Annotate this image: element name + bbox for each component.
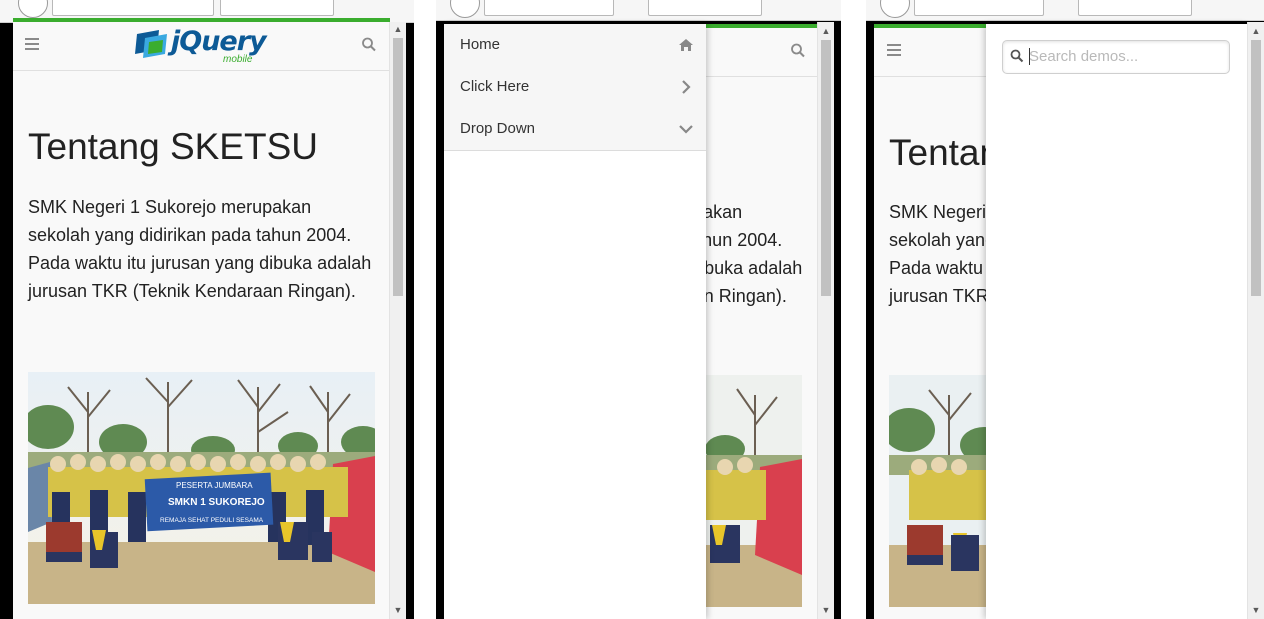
page-title: Tentang SKETSU [28, 126, 318, 167]
back-button[interactable] [880, 0, 910, 18]
scroll-up-icon[interactable]: ▲ [390, 22, 406, 36]
screenshot-nav-panel: Tentang SKETSU SMK Negeri 1 Sukorejo mer… [436, 0, 841, 619]
nav-item-drop-down[interactable]: Drop Down [444, 108, 706, 151]
search-icon [1010, 49, 1024, 63]
scroll-thumb[interactable] [393, 38, 403, 296]
menu-icon[interactable] [25, 38, 39, 52]
group-photo-image: PESERTA JUMBARA SMKN 1 SUKOREJO REMAJA S… [28, 372, 375, 604]
page-paragraph: SMK Negeri 1 Sukorejo merupakan sekolah … [28, 197, 372, 301]
scrollbar[interactable]: ▲ ▼ [817, 22, 834, 619]
banner-line-1: PESERTA JUMBARA [176, 481, 253, 490]
scroll-thumb[interactable] [821, 40, 831, 296]
group-photo-image [889, 375, 989, 607]
screenshot-main-page: jQuery mobile Tentang SKETSU SMK Negeri … [0, 0, 414, 619]
nav-panel: Home Click Here Drop Down [444, 24, 706, 619]
address-bar[interactable] [52, 0, 214, 16]
group-photo: PESERTA JUMBARA SMKN 1 SUKOREJO REMAJA S… [28, 372, 375, 604]
scroll-down-icon[interactable]: ▼ [390, 603, 406, 617]
browser-search-box[interactable] [648, 0, 762, 16]
scroll-thumb[interactable] [1251, 40, 1261, 296]
page-paragraph: SMK Negeri 1 Sukorejo merupakan sekolah … [706, 202, 803, 306]
page-paragraph-clip: SMK Negeri 1 Sukorejo merupakan sekolah … [706, 198, 806, 318]
menu-icon[interactable] [887, 44, 901, 58]
screenshot-search-panel: Tentang SKETSU SMK Negeri 1 Sukorejo mer… [866, 0, 1264, 619]
group-photo [706, 375, 802, 607]
scroll-up-icon[interactable]: ▲ [1248, 24, 1264, 38]
banner-line-3: REMAJA SEHAT PEDULI SESAMA [160, 517, 264, 524]
page-viewport: jQuery mobile Tentang SKETSU SMK Negeri … [13, 18, 390, 619]
search-icon[interactable] [790, 42, 806, 60]
jquery-mobile-logo: jQuery mobile [133, 24, 283, 65]
scroll-up-icon[interactable]: ▲ [818, 24, 834, 38]
search-demos-field[interactable] [1002, 40, 1230, 74]
browser-search-box[interactable] [1078, 0, 1192, 16]
logo-mark-icon [135, 30, 167, 58]
page-header: jQuery mobile [13, 22, 390, 71]
nav-item-label: Click Here [460, 78, 530, 95]
text-caret [1029, 48, 1030, 65]
nav-item-click-here[interactable]: Click Here [444, 66, 706, 109]
nav-item-home[interactable]: Home [444, 24, 706, 67]
search-demos-input[interactable] [1029, 47, 1219, 65]
home-icon [679, 39, 693, 51]
nav-item-label: Drop Down [460, 120, 536, 137]
back-button[interactable] [450, 0, 480, 18]
group-photo [889, 375, 989, 607]
chevron-down-icon [679, 125, 693, 134]
chevron-right-icon [682, 80, 691, 94]
address-bar[interactable] [914, 0, 1044, 16]
scrollbar[interactable]: ▲ ▼ [1247, 22, 1264, 619]
logo-text: jQuery [171, 26, 267, 57]
browser-toolbar [866, 0, 1264, 21]
scroll-down-icon[interactable]: ▼ [818, 603, 834, 617]
banner-line-2: SMKN 1 SUKOREJO [168, 497, 265, 508]
group-photo-image [706, 375, 802, 607]
scrollbar[interactable]: ▲ ▼ [389, 22, 406, 619]
scroll-down-icon[interactable]: ▼ [1248, 603, 1264, 617]
browser-search-box[interactable] [220, 0, 334, 16]
search-panel [986, 24, 1248, 619]
search-icon[interactable] [361, 36, 377, 54]
logo-subtext: mobile [223, 54, 253, 65]
back-button[interactable] [18, 0, 48, 18]
nav-item-label: Home [460, 36, 501, 53]
address-bar[interactable] [484, 0, 614, 16]
browser-toolbar [436, 0, 841, 21]
